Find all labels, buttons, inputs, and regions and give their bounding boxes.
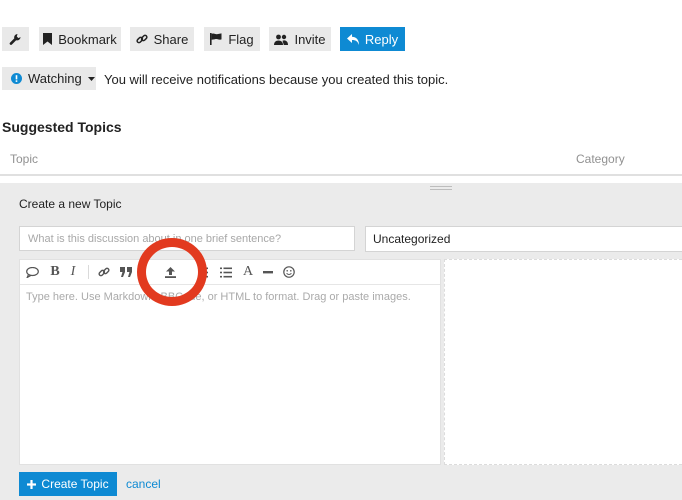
notification-level-dropdown[interactable]: Watching	[2, 67, 96, 90]
notification-level-label: Watching	[28, 71, 82, 86]
bookmark-label: Bookmark	[58, 31, 117, 47]
link-icon[interactable]	[97, 264, 111, 280]
create-topic-label: Create Topic	[41, 477, 109, 491]
invite-label: Invite	[294, 31, 326, 47]
flag-icon	[210, 33, 222, 45]
flag-label: Flag	[228, 31, 254, 47]
editor-toolbar: B I A	[20, 260, 440, 285]
create-topic-button[interactable]: Create Topic	[19, 472, 117, 496]
emoji-icon[interactable]	[282, 264, 296, 280]
composer-preview-pane	[444, 259, 682, 465]
users-icon	[274, 34, 289, 45]
composer-title: Create a new Topic	[19, 197, 122, 211]
caret-down-icon	[87, 76, 95, 81]
composer-editor[interactable]: B I A Type here. Use Markdown, BBCode, o…	[19, 259, 441, 465]
composer-resize-grip[interactable]	[430, 186, 452, 190]
upload-icon[interactable]	[163, 264, 177, 280]
reply-icon	[346, 33, 359, 45]
cancel-link[interactable]: cancel	[126, 477, 161, 491]
horizontal-rule-icon[interactable]	[262, 264, 274, 280]
bookmark-button[interactable]: Bookmark	[39, 27, 121, 51]
bookmark-icon	[43, 33, 53, 45]
toolbar-separator	[198, 265, 199, 279]
blockquote-icon[interactable]	[119, 264, 133, 280]
notification-message: You will receive notifications because y…	[104, 72, 449, 87]
column-header-topic[interactable]: Topic	[10, 152, 38, 166]
quote-icon[interactable]	[25, 264, 39, 280]
share-label: Share	[153, 31, 189, 47]
editor-placeholder: Type here. Use Markdown, BBCode, or HTML…	[26, 291, 411, 303]
topic-title-input[interactable]	[19, 226, 355, 251]
column-header-category[interactable]: Category	[576, 152, 625, 166]
reply-button[interactable]: Reply	[340, 27, 405, 51]
reply-label: Reply	[364, 31, 399, 47]
italic-icon[interactable]: I	[68, 264, 78, 280]
invite-button[interactable]: Invite	[269, 27, 331, 51]
bullet-list-icon[interactable]	[200, 264, 210, 280]
bold-icon[interactable]: B	[49, 264, 61, 280]
plus-icon	[27, 479, 37, 489]
table-header-divider	[0, 174, 682, 176]
suggested-topics-heading: Suggested Topics	[2, 119, 122, 135]
wrench-icon	[9, 33, 21, 45]
toolbar-separator	[88, 265, 89, 279]
numbered-list-icon[interactable]	[219, 264, 233, 280]
category-selected-value: Uncategorized	[373, 232, 451, 246]
flag-button[interactable]: Flag	[204, 27, 260, 51]
category-select[interactable]: Uncategorized	[365, 226, 682, 252]
link-icon	[136, 34, 148, 44]
heading-icon[interactable]: A	[241, 264, 255, 280]
toolbar-separator	[140, 265, 141, 279]
exclamation-circle-icon	[11, 73, 22, 84]
share-button[interactable]: Share	[130, 27, 194, 51]
admin-wrench-button[interactable]	[2, 27, 29, 51]
